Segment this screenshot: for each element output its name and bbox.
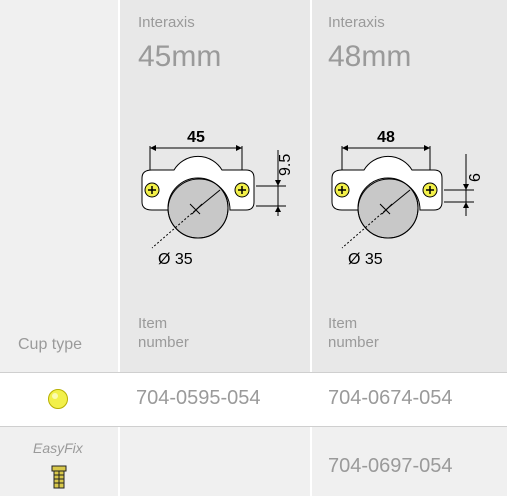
arrow-down-icon bbox=[463, 184, 469, 190]
item-label-text: Item number bbox=[138, 315, 189, 351]
cup-type-column: Cup type bbox=[0, 0, 118, 372]
item-number-heading: Item number bbox=[328, 314, 448, 352]
interaxis-48-column: Interaxis 48mm 48 Ø 35 6 Item number bbox=[312, 0, 507, 372]
interaxis-label: Interaxis bbox=[138, 14, 195, 31]
arrow-left-icon bbox=[150, 145, 156, 151]
arrow-left-icon bbox=[342, 145, 348, 151]
item-number: 704-0595-054 bbox=[136, 387, 261, 409]
arrow-up-icon bbox=[275, 206, 281, 212]
item-number: 704-0674-054 bbox=[328, 387, 453, 409]
table-row: 704-0697-054 bbox=[0, 427, 507, 496]
hinge-plate-diagram: 48 Ø 35 6 bbox=[331, 129, 484, 268]
interaxis-45-column: Interaxis 45mm 45 Ø 35 9.5 Item number bbox=[120, 0, 310, 372]
cup-type-heading: Cup type bbox=[18, 336, 83, 353]
diameter-label: Ø 35 bbox=[348, 251, 383, 268]
table-row: 704-0595-054 704-0674-054 bbox=[0, 373, 507, 425]
item-number: 704-0697-054 bbox=[328, 455, 453, 477]
arrow-down-icon bbox=[275, 180, 281, 186]
arrow-up-icon bbox=[463, 202, 469, 208]
spacing-label: 45 bbox=[187, 129, 205, 146]
easyfix-label: EasyFix bbox=[33, 440, 83, 456]
arrow-right-icon bbox=[424, 145, 430, 151]
interaxis-value: 48mm bbox=[328, 40, 412, 73]
interaxis-label: Interaxis bbox=[328, 14, 385, 31]
offset-label: 6 bbox=[467, 173, 484, 182]
diameter-label: Ø 35 bbox=[158, 251, 193, 268]
offset-label: 9.5 bbox=[277, 154, 294, 176]
hinge-spec-table: Cup type Interaxis 45mm 45 Ø 35 9.5 Item… bbox=[0, 0, 507, 496]
item-label-text: Item number bbox=[328, 315, 379, 351]
spacing-label: 48 bbox=[377, 129, 395, 146]
screw-icon bbox=[51, 465, 67, 489]
yellow-circle-icon bbox=[48, 389, 68, 409]
cell-bg bbox=[120, 427, 310, 496]
arrow-right-icon bbox=[236, 145, 242, 151]
hinge-plate-diagram: 45 Ø 35 9.5 bbox=[141, 129, 294, 268]
item-number-heading: Item number bbox=[138, 314, 258, 352]
interaxis-value: 45mm bbox=[138, 40, 222, 73]
